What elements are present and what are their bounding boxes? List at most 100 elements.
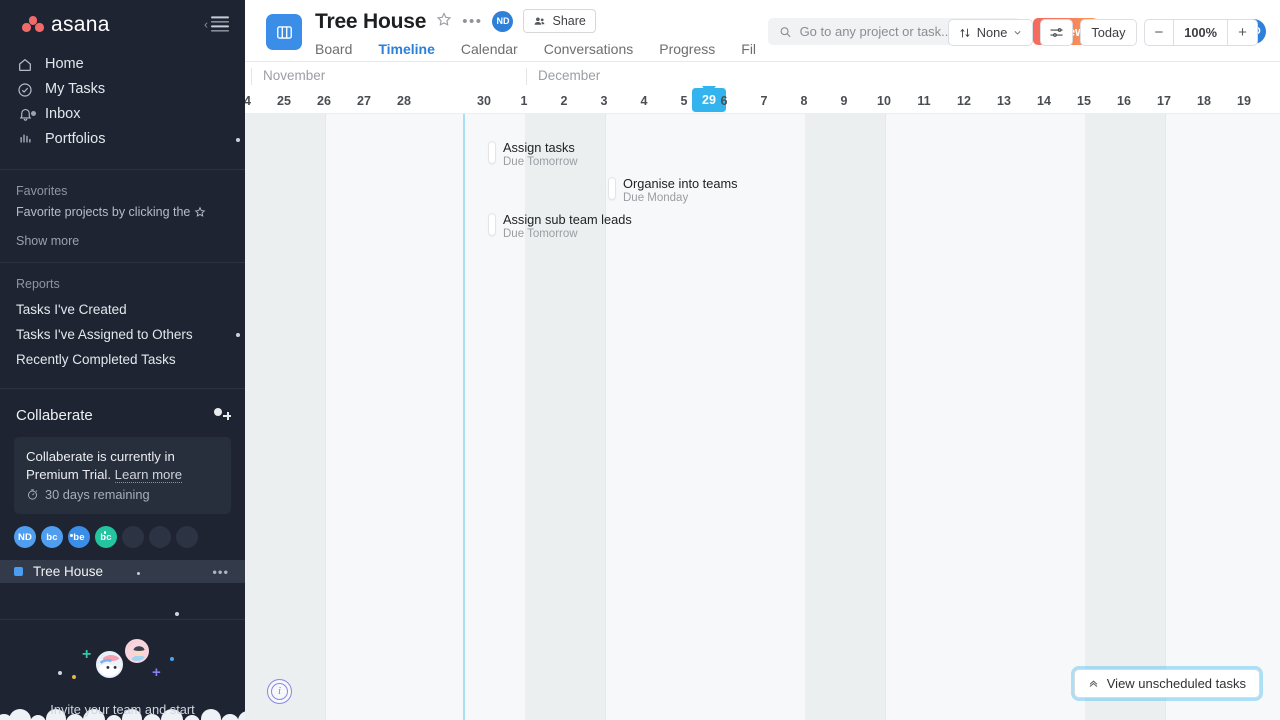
day-row: 2425262728293012345678910111213141516171… [245, 88, 1280, 113]
sidebar-item-inbox[interactable]: Inbox [0, 102, 245, 127]
character-avatar [96, 651, 123, 678]
sort-dropdown[interactable]: None [947, 19, 1034, 46]
day-cell[interactable]: 9 [824, 88, 864, 113]
day-cell[interactable]: 26 [304, 88, 344, 113]
sidebar-item-tasks-assigned[interactable]: Tasks I've Assigned to Others [0, 322, 245, 347]
asana-wordmark: asana [51, 12, 110, 36]
favorites-section-title: Favorites [16, 184, 68, 198]
avatar-placeholder[interactable] [122, 526, 144, 548]
day-cell[interactable]: 7 [744, 88, 784, 113]
sidebar-item-label: Inbox [45, 106, 81, 123]
sidebar-item-label: Tasks I've Assigned to Others [16, 327, 193, 342]
sidebar-collapse-button[interactable]: ‹ [204, 16, 229, 32]
sidebar-item-label: Home [45, 56, 84, 73]
portfolios-indicator-dot [236, 137, 240, 142]
avatar-placeholder[interactable] [176, 526, 198, 548]
timeline-task[interactable]: Organise into teams Due Monday [608, 176, 738, 205]
info-button[interactable]: i [267, 679, 292, 704]
day-cell[interactable]: 24 [245, 88, 264, 113]
day-cell[interactable]: 30 [464, 88, 504, 113]
project-color-swatch [14, 567, 23, 576]
avatar[interactable]: be [68, 526, 90, 548]
grid-line [1165, 114, 1166, 720]
zoom-controls: − 100% + [1143, 19, 1258, 46]
day-cell[interactable]: 14 [1024, 88, 1064, 113]
avatar[interactable]: bc [95, 526, 117, 548]
view-unscheduled-tasks-button[interactable]: View unscheduled tasks [1073, 669, 1260, 698]
task-bar[interactable] [608, 177, 616, 200]
day-cell[interactable]: 5 [664, 88, 704, 113]
sidebar-item-tasks-created[interactable]: Tasks I've Created [0, 297, 245, 322]
avatar-placeholder[interactable] [149, 526, 171, 548]
zoom-out-button[interactable]: − [1143, 19, 1175, 46]
sidebar-project-tree-house[interactable]: Tree House ••• [0, 560, 245, 583]
month-row: November December [245, 62, 1280, 88]
day-cell[interactable]: 1 [504, 88, 544, 113]
day-cell[interactable]: 8 [784, 88, 824, 113]
asana-logo-icon [22, 16, 44, 32]
grid-line [325, 114, 326, 720]
task-bar[interactable] [488, 141, 496, 164]
day-cell[interactable]: 4 [624, 88, 664, 113]
day-cell[interactable]: 17 [1144, 88, 1184, 113]
star-icon [195, 206, 206, 217]
sidebar-nav: Home My Tasks Inbox Portfolios [0, 48, 245, 162]
project-name: Tree House [33, 564, 104, 579]
trial-days-text: 30 days remaining [45, 487, 150, 502]
avatar[interactable]: ND [492, 10, 514, 32]
day-cell[interactable]: 3 [584, 88, 624, 113]
grid-line [605, 114, 606, 720]
sidebar-item-portfolios[interactable]: Portfolios [0, 127, 245, 152]
avatar[interactable]: bc [41, 526, 63, 548]
day-cell[interactable]: 10 [864, 88, 904, 113]
character-avatar [125, 639, 149, 663]
day-cell[interactable]: 18 [1184, 88, 1224, 113]
add-person-icon[interactable] [213, 408, 231, 422]
day-cell[interactable]: 15 [1064, 88, 1104, 113]
people-icon [535, 17, 545, 25]
day-cell[interactable]: 13 [984, 88, 1024, 113]
search-icon [780, 26, 791, 37]
stopwatch-icon [27, 489, 38, 500]
day-cell[interactable]: 19 [1224, 88, 1264, 113]
team-header-collaberate[interactable]: Collaberate [0, 403, 245, 427]
timeline-grid: Assign tasks Due Tomorrow Organise into te… [245, 114, 1280, 720]
zoom-level-value: 100% [1174, 19, 1228, 46]
day-cell[interactable]: 16 [1104, 88, 1144, 113]
day-cell[interactable]: 11 [904, 88, 944, 113]
timeline-task[interactable]: Assign tasks Due Tomorrow [488, 140, 578, 169]
chevron-down-icon [1014, 31, 1021, 35]
weekend-band [1085, 114, 1165, 720]
chevron-left-icon: ‹ [204, 17, 208, 31]
learn-more-link[interactable]: Learn more [114, 467, 183, 483]
project-more-icon[interactable]: ••• [462, 14, 482, 29]
day-cell[interactable]: 12 [944, 88, 984, 113]
asana-logo[interactable]: asana [22, 14, 110, 35]
task-due-date: Due Tomorrow [503, 228, 578, 240]
sidebar-item-my-tasks[interactable]: My Tasks [0, 77, 245, 102]
day-cell[interactable]: 25 [264, 88, 304, 113]
trial-line-1: Collaberate is currently in [26, 449, 175, 464]
ellipsis-icon[interactable]: ••• [212, 565, 229, 578]
task-bar[interactable] [488, 213, 496, 236]
share-button[interactable]: Share [523, 9, 596, 33]
project-title-row: Tree House ••• ND Share [315, 8, 756, 34]
avatar[interactable]: ND [14, 526, 36, 548]
star-icon[interactable] [436, 11, 452, 31]
day-cell[interactable]: 28 [384, 88, 424, 113]
day-cell[interactable]: 27 [344, 88, 384, 113]
weekend-band [525, 114, 605, 720]
timeline-task[interactable]: Assign sub team leads Due Tomorrow [488, 212, 632, 241]
filter-button[interactable] [1040, 19, 1074, 46]
sidebar-item-recently-completed[interactable]: Recently Completed Tasks [0, 347, 245, 372]
favorites-show-more[interactable]: Show more [0, 220, 245, 248]
zoom-in-button[interactable]: + [1228, 19, 1258, 46]
month-label-november: November [251, 68, 325, 85]
sidebar-item-home[interactable]: Home [0, 52, 245, 77]
board-icon [266, 14, 302, 50]
sidebar: asana ‹ Home My Tasks Inbox Portfolios F… [0, 0, 245, 720]
task-name: Assign sub team leads [503, 212, 632, 227]
today-button[interactable]: Today [1080, 19, 1137, 46]
day-cell[interactable]: 2 [544, 88, 584, 113]
task-text: Assign sub team leads Due Tomorrow [503, 212, 632, 241]
